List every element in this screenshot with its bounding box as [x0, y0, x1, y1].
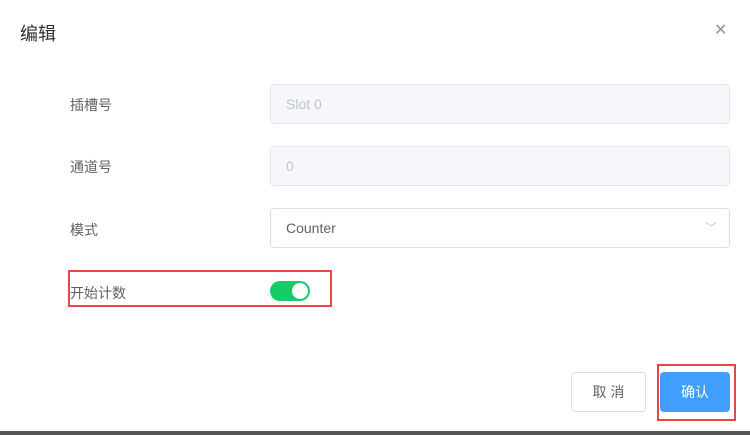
highlight-box — [68, 270, 332, 307]
mode-select[interactable]: Counter ﹀ — [270, 208, 730, 248]
mode-value: Counter — [286, 220, 336, 236]
close-icon[interactable]: ✕ — [714, 20, 727, 40]
cancel-button[interactable]: 取 消 — [571, 372, 646, 412]
slot-input[interactable]: Slot 0 — [270, 84, 730, 124]
channel-label: 通道号 — [70, 159, 112, 175]
chevron-down-icon: ﹀ — [704, 221, 717, 235]
mode-label: 模式 — [70, 222, 98, 238]
dialog-title: 编辑 — [20, 24, 56, 44]
channel-input[interactable]: 0 — [270, 146, 730, 186]
edit-dialog: 编辑 ✕ 插槽号 Slot 0 通道号 0 模式 Counter ﹀ 开始计数 取… — [0, 0, 750, 431]
slot-label: 插槽号 — [70, 97, 112, 113]
highlight-box — [657, 364, 736, 421]
